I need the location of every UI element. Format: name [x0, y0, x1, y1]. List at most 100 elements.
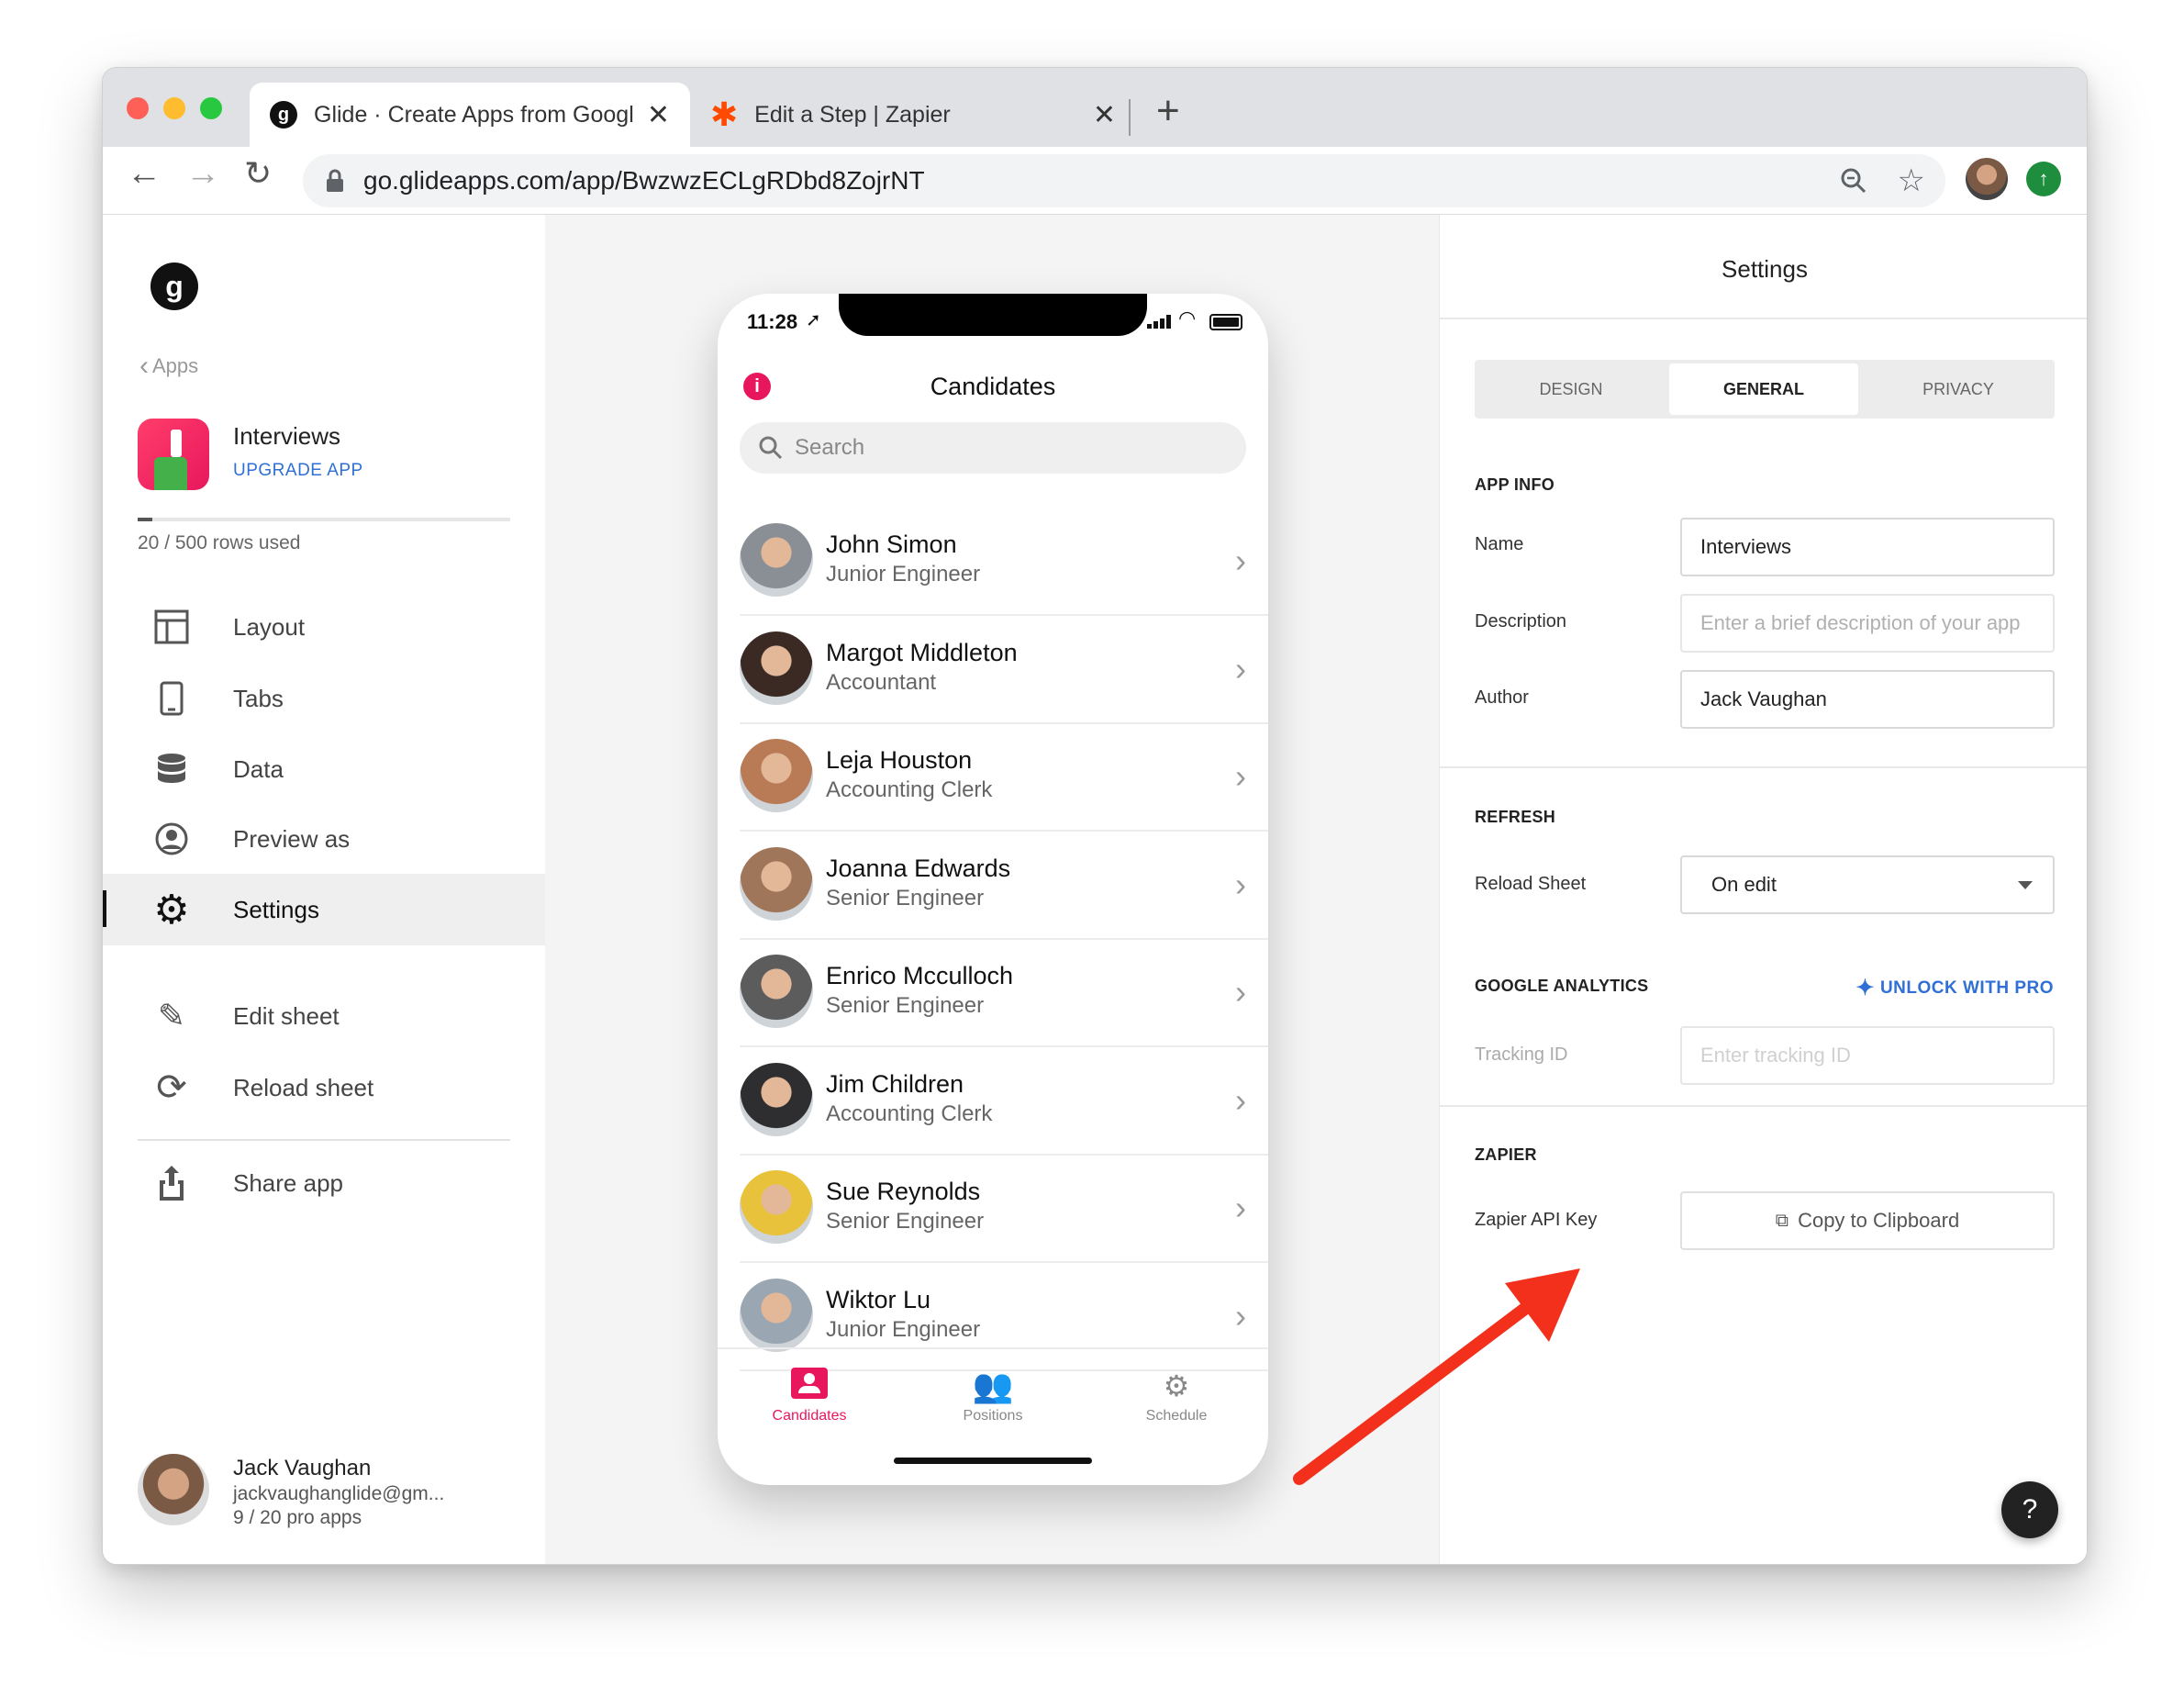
sidebar: g ‹ Apps Interviews UPGRADE APP 20 / 500…: [103, 215, 545, 1564]
address-bar[interactable]: go.glideapps.com/app/BwzwzECLgRDbd8ZojrN…: [303, 154, 1945, 207]
google-analytics-heading: GOOGLE ANALYTICS: [1475, 977, 1649, 995]
sidebar-item-label: Data: [233, 754, 284, 783]
contact-name: Leja Houston: [826, 746, 973, 774]
contact-row[interactable]: Jim Children Accounting Clerk ›: [740, 1048, 1268, 1156]
contact-row[interactable]: Sue Reynolds Senior Engineer ›: [740, 1156, 1268, 1263]
browser-toolbar: ← → ↻ go.glideapps.com/app/BwzwzECLgRDbd…: [103, 147, 2087, 215]
name-field[interactable]: Interviews: [1680, 518, 2055, 576]
back-arrow-icon[interactable]: ←: [127, 154, 162, 194]
tab-schedule[interactable]: ⚙ Schedule: [1094, 1368, 1259, 1424]
tab-title: Glide · Create Apps from Google Sheets: [314, 101, 634, 128]
tab-general[interactable]: GENERAL: [1669, 363, 1858, 415]
chevron-right-icon: ›: [1235, 649, 1246, 687]
user-avatar[interactable]: [138, 1454, 209, 1525]
contact-avatar: [740, 846, 813, 921]
close-tab-icon[interactable]: ✕: [647, 99, 670, 131]
contact-name: Jim Children: [826, 1069, 964, 1098]
app-name: Interviews: [233, 422, 341, 450]
contact-row[interactable]: Joanna Edwards Senior Engineer ›: [740, 832, 1268, 940]
tab-candidates[interactable]: Candidates: [727, 1368, 892, 1424]
sidebar-item-share-app[interactable]: Share app: [103, 1147, 545, 1219]
unlock-with-pro-link[interactable]: ✦ UNLOCK WITH PRO: [1855, 975, 2054, 1001]
description-field[interactable]: Enter a brief description of your app: [1680, 594, 2055, 653]
rows-usage-bar: [138, 518, 510, 521]
forward-arrow-icon[interactable]: →: [185, 154, 220, 194]
close-tab-icon[interactable]: ✕: [1093, 99, 1116, 131]
copy-to-clipboard-button[interactable]: ⧉ Copy to Clipboard: [1680, 1191, 2055, 1250]
browser-window: g Glide · Create Apps from Google Sheets…: [102, 67, 2088, 1565]
phone-preview: 11:28 ➚ ◠ i Candidates Search John Simon…: [718, 294, 1268, 1485]
settings-panel: Settings DESIGN GENERAL PRIVACY APP INFO…: [1439, 215, 2087, 1564]
tab-label: Candidates: [772, 1408, 847, 1424]
contact-name: Sue Reynolds: [826, 1178, 981, 1205]
contact-row[interactable]: John Simon Junior Engineer ›: [740, 508, 1268, 616]
sidebar-item-edit-sheet[interactable]: ✎ Edit sheet: [103, 980, 545, 1052]
location-arrow-icon: ➚: [806, 310, 821, 330]
zoom-icon[interactable]: [1839, 166, 1868, 195]
contact-row[interactable]: Leja Houston Accounting Clerk ›: [740, 724, 1268, 832]
contact-row[interactable]: Wiktor Lu Junior Engineer ›: [740, 1264, 1268, 1371]
contact-role: Accountant: [826, 669, 937, 695]
tab-positions[interactable]: 👥 Positions: [910, 1368, 1075, 1424]
upgrade-app-link[interactable]: UPGRADE APP: [233, 461, 363, 481]
contact-row[interactable]: Margot Middleton Accountant ›: [740, 617, 1268, 724]
reload-sheet-label: Reload Sheet: [1475, 874, 1587, 894]
app-icon[interactable]: [138, 419, 209, 490]
wifi-icon: ◠: [1178, 307, 1197, 330]
tab-zapier[interactable]: ✱ Edit a Step | Zapier ✕: [690, 83, 1136, 147]
help-button[interactable]: ?: [2001, 1481, 2058, 1538]
author-field[interactable]: Jack Vaughan: [1680, 670, 2055, 729]
contact-avatar: [740, 1278, 813, 1352]
chevron-right-icon: ›: [1235, 1189, 1246, 1226]
sidebar-item-settings[interactable]: ⚙ Settings: [103, 874, 545, 945]
sidebar-item-label: Share app: [233, 1168, 343, 1197]
back-to-apps-link[interactable]: ‹ Apps: [139, 351, 198, 382]
star-bookmark-icon[interactable]: ☆: [1898, 162, 1925, 199]
sidebar-item-tabs[interactable]: Tabs: [103, 663, 545, 734]
tab-title: Edit a Step | Zapier: [754, 101, 951, 128]
schedule-gear-icon: ⚙: [1163, 1369, 1190, 1402]
home-indicator: [894, 1458, 1092, 1464]
app-info-heading: APP INFO: [1475, 475, 1555, 494]
screen-title: Candidates: [930, 373, 1056, 400]
rows-used-text: 20 / 500 rows used: [138, 532, 301, 553]
tab-design[interactable]: DESIGN: [1475, 360, 1667, 419]
contact-avatar: [740, 631, 813, 705]
sidebar-item-preview-as[interactable]: Preview as: [103, 803, 545, 875]
close-window-button[interactable]: [127, 97, 149, 119]
tab-glide[interactable]: g Glide · Create Apps from Google Sheets…: [250, 83, 690, 147]
sidebar-item-layout[interactable]: Layout: [103, 591, 545, 663]
contact-row[interactable]: Enrico Mcculloch Senior Engineer ›: [740, 940, 1268, 1047]
tab-privacy[interactable]: PRIVACY: [1862, 360, 2055, 419]
contact-name: Enrico Mcculloch: [826, 962, 1014, 989]
sidebar-item-data[interactable]: Data: [103, 733, 545, 805]
section-divider: [1440, 766, 2087, 768]
glide-logo[interactable]: g: [150, 263, 198, 310]
contact-role: Accounting Clerk: [826, 777, 993, 802]
reload-sheet-select[interactable]: On edit: [1680, 855, 2055, 914]
phone-notch: [839, 294, 1147, 336]
update-icon[interactable]: ↑: [2026, 162, 2061, 196]
maximize-window-button[interactable]: [200, 97, 222, 119]
search-placeholder: Search: [795, 435, 865, 460]
search-bar[interactable]: Search: [740, 422, 1246, 474]
chevron-right-icon: ›: [1235, 1080, 1246, 1119]
author-label: Author: [1475, 687, 1529, 708]
sidebar-item-reload-sheet[interactable]: ⟳ Reload sheet: [103, 1052, 545, 1123]
chevron-right-icon: ›: [1235, 1296, 1246, 1335]
settings-tab-bar: DESIGN GENERAL PRIVACY: [1475, 360, 2055, 419]
minimize-window-button[interactable]: [163, 97, 185, 119]
contact-role: Junior Engineer: [826, 1316, 981, 1342]
layout-icon: [152, 608, 191, 646]
profile-avatar[interactable]: [1966, 158, 2008, 200]
bottom-tab-bar: [718, 1347, 1268, 1349]
lock-icon: [327, 169, 343, 192]
sidebar-item-label: Edit sheet: [233, 1001, 340, 1030]
tab-bar: g Glide · Create Apps from Google Sheets…: [103, 68, 2087, 147]
pencil-icon: ✎: [157, 997, 186, 1034]
reload-icon[interactable]: ↻: [244, 154, 272, 193]
database-icon: [152, 750, 191, 788]
chevron-right-icon: ›: [1235, 865, 1246, 903]
new-tab-button[interactable]: +: [1156, 88, 1180, 134]
contact-avatar: [740, 1170, 813, 1244]
